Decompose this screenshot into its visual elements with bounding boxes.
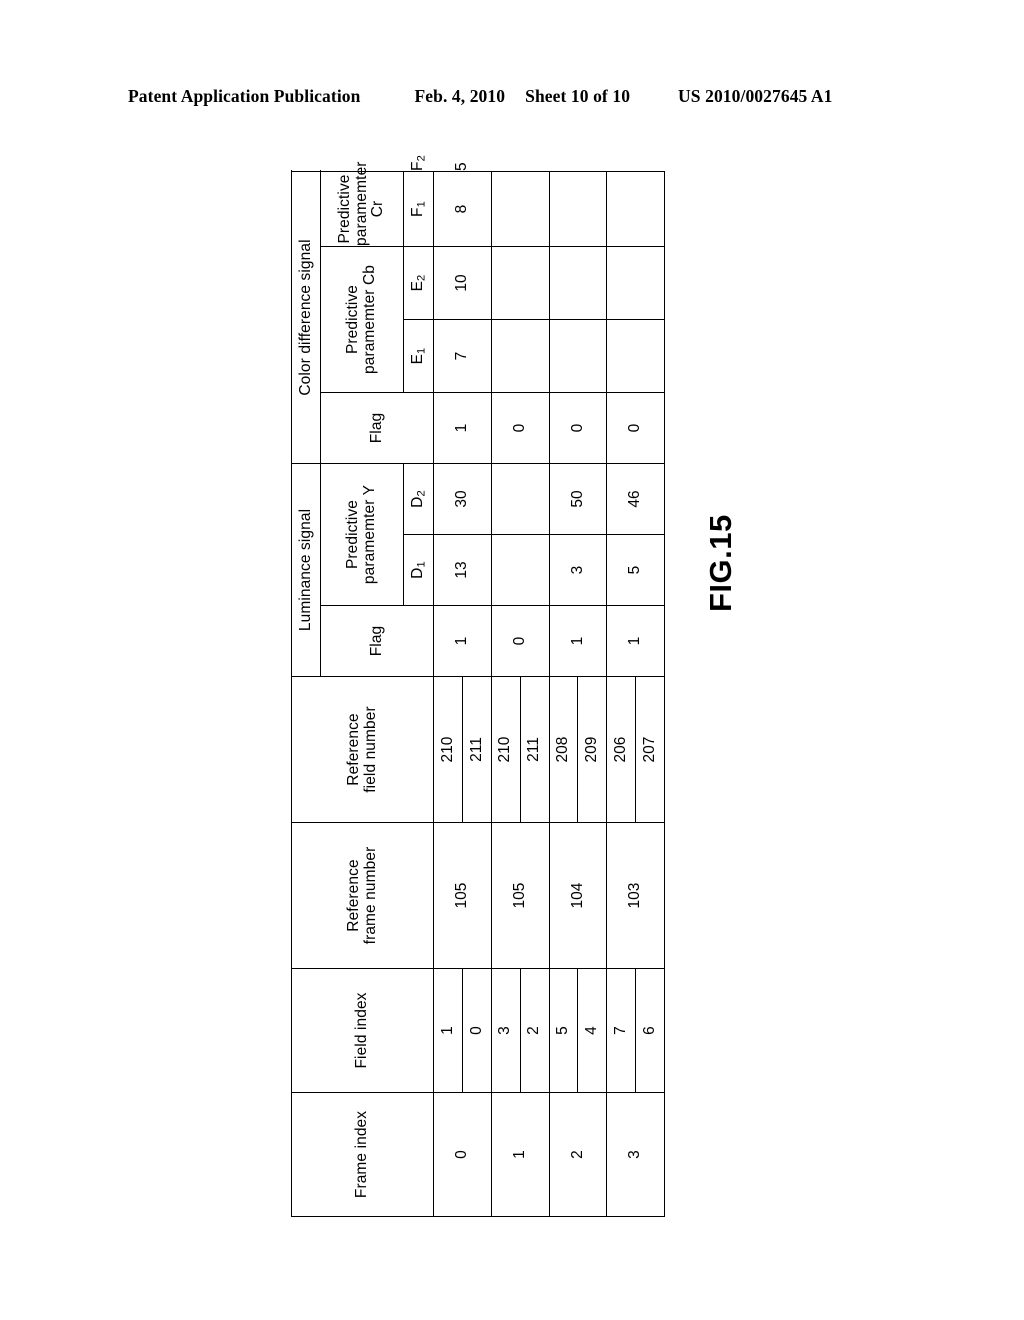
header-field-index: Field index <box>291 968 434 1093</box>
cell-e2 <box>491 246 550 320</box>
header-predictive-parameter-cr: Predictive paramemter Cr <box>320 161 404 247</box>
table-body: 0 1 105 210 1 13 30 1 7 10 8 5 0 211 1 3 105 210 0 0 2 211 2 5 1… <box>433 162 665 1217</box>
header-luma-flag: Flag <box>320 605 434 677</box>
cell-luma-flag: 0 <box>491 605 550 677</box>
cell-e1 <box>549 319 607 393</box>
cell-reference-field-number: 210 <box>433 676 463 823</box>
cell-field-index: 7 <box>606 968 636 1093</box>
cell-e2 <box>606 246 665 320</box>
cell-d1: 5 <box>606 534 665 606</box>
header-reference-field-number-line1: Reference <box>344 713 362 786</box>
cell-chroma-flag: 1 <box>433 392 492 464</box>
figure-table-rotated: Frame index Field index Reference frame … <box>291 155 665 1217</box>
header-d2: D2 <box>403 463 434 535</box>
reference-parameter-table: Frame index Field index Reference frame … <box>291 155 665 1217</box>
cell-luma-flag: 1 <box>433 605 492 677</box>
cell-f1 <box>606 171 665 247</box>
figure-area: Frame index Field index Reference frame … <box>0 0 1024 1320</box>
cell-field-index: 6 <box>635 968 665 1093</box>
cell-d2 <box>491 463 550 535</box>
cell-frame-index: 0 <box>433 1092 492 1217</box>
cell-luma-flag: 1 <box>549 605 607 677</box>
table-group-header-row: Frame index Field index Reference frame … <box>291 171 434 1217</box>
header-luminance-signal: Luminance signal <box>291 463 321 677</box>
header-predictive-parameter-y: Predictive paramemter Y <box>320 463 404 606</box>
cell-d2: 50 <box>549 463 607 535</box>
cell-reference-frame-number: 105 <box>433 822 492 969</box>
cell-frame-index: 3 <box>606 1092 665 1217</box>
cell-reference-field-number: 208 <box>549 676 578 823</box>
cell-frame-index: 2 <box>549 1092 607 1217</box>
cell-e1 <box>606 319 665 393</box>
cell-reference-field-number: 211 <box>462 676 492 823</box>
cell-chroma-flag: 0 <box>491 392 550 464</box>
header-predictive-parameter-cr-line1: Predictive <box>335 174 353 244</box>
header-predictive-parameter-y-line2: paramemter Y <box>360 484 378 585</box>
cell-d2: 30 <box>433 463 492 535</box>
cell-frame-index: 1 <box>491 1092 550 1217</box>
cell-chroma-flag: 0 <box>549 392 607 464</box>
cell-reference-field-number: 211 <box>520 676 550 823</box>
cell-field-index: 0 <box>462 968 492 1093</box>
cell-f1 <box>549 171 607 247</box>
cell-reference-field-number: 206 <box>606 676 636 823</box>
figure-label: FIG.15 <box>703 514 738 612</box>
header-reference-field-number-line2: field number <box>361 706 379 793</box>
cell-field-index: 2 <box>520 968 550 1093</box>
header-frame-index: Frame index <box>291 1092 434 1217</box>
cell-e2: 10 <box>433 246 492 320</box>
header-predictive-parameter-cb-line2: paramemter Cb <box>360 265 378 374</box>
cell-field-index: 5 <box>549 968 578 1093</box>
cell-field-index: 3 <box>491 968 521 1093</box>
header-f1: F1 <box>403 171 434 247</box>
table-row: 2 5 104 208 1 3 50 0 <box>549 171 607 1217</box>
cell-reference-frame-number: 105 <box>491 822 550 969</box>
header-e2: E2 <box>403 246 434 320</box>
cell-reference-frame-number: 103 <box>606 822 665 969</box>
header-d1: D1 <box>403 534 434 606</box>
cell-reference-frame-number: 104 <box>549 822 607 969</box>
cell-field-index: 4 <box>577 968 607 1093</box>
cell-d1 <box>491 534 550 606</box>
cell-e1: 7 <box>433 319 492 393</box>
header-chroma-flag: Flag <box>320 392 434 464</box>
header-predictive-parameter-cb: Predictive paramemter Cb <box>320 246 404 393</box>
table-row: 0 1 105 210 1 13 30 1 7 10 8 5 <box>433 162 492 1217</box>
header-predictive-parameter-cb-line1: Predictive <box>344 284 362 355</box>
table-row: 3 7 103 206 1 5 46 0 <box>606 171 665 1217</box>
cell-reference-field-number: 210 <box>491 676 521 823</box>
cell-e2 <box>549 246 607 320</box>
cell-d1: 13 <box>433 534 492 606</box>
header-reference-frame-number-line2: frame number <box>361 846 379 945</box>
cell-d1: 3 <box>549 534 607 606</box>
header-reference-frame-number: Reference frame number <box>291 822 434 969</box>
cell-reference-field-number: 209 <box>577 676 607 823</box>
cell-f1: 8 <box>433 171 492 247</box>
header-reference-field-number: Reference field number <box>291 676 434 823</box>
cell-field-index: 1 <box>433 968 463 1093</box>
cell-chroma-flag: 0 <box>606 392 665 464</box>
header-predictive-parameter-cr-line2: paramemter Cr <box>352 161 387 246</box>
cell-f1 <box>491 171 550 247</box>
table-row: 1 3 105 210 0 0 <box>491 171 550 1217</box>
header-color-difference-signal: Color difference signal <box>291 171 321 464</box>
cell-e1 <box>491 319 550 393</box>
cell-d2: 46 <box>606 463 665 535</box>
header-predictive-parameter-y-line1: Predictive <box>344 499 362 570</box>
cell-luma-flag: 1 <box>606 605 665 677</box>
header-e1: E1 <box>403 319 434 393</box>
header-reference-frame-number-line1: Reference <box>344 859 362 932</box>
cell-reference-field-number: 207 <box>635 676 665 823</box>
